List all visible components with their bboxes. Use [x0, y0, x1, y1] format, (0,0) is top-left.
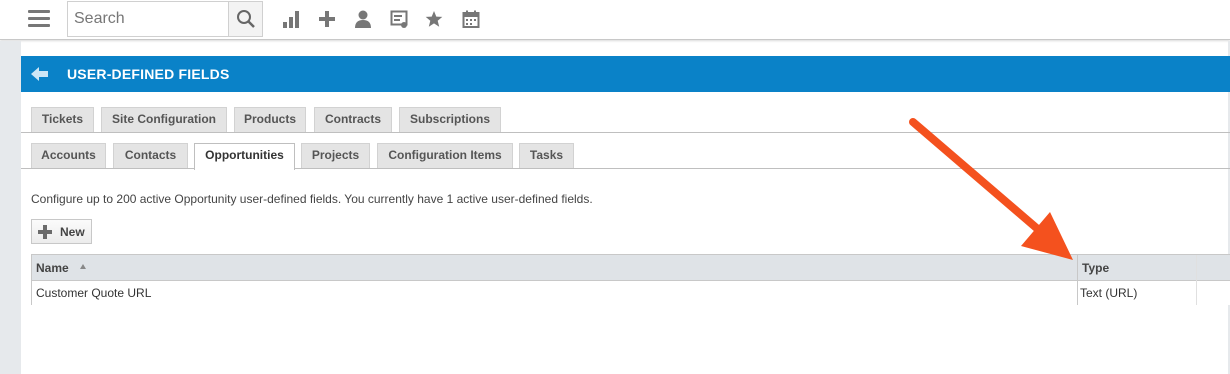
cell-name: Customer Quote URL — [36, 286, 152, 300]
tab-tickets[interactable]: Tickets — [31, 107, 94, 132]
new-button[interactable]: New — [31, 219, 92, 244]
user-icon[interactable] — [353, 9, 373, 29]
column-divider — [1077, 255, 1078, 305]
cell-type: Text (URL) — [1080, 286, 1138, 300]
grid-header: Name Type — [32, 255, 1230, 281]
tab-configuration-items[interactable]: Configuration Items — [377, 143, 513, 168]
left-gutter — [0, 41, 21, 374]
tab-products[interactable]: Products — [234, 107, 306, 132]
star-icon[interactable] — [424, 9, 444, 29]
calendar-icon[interactable] — [461, 9, 481, 29]
add-icon[interactable] — [317, 9, 337, 29]
tab-tasks[interactable]: Tasks — [519, 143, 574, 168]
top-toolbar — [0, 0, 1230, 40]
page-header: USER-DEFINED FIELDS — [21, 56, 1230, 92]
column-divider — [1196, 255, 1197, 305]
tab-site-configuration[interactable]: Site Configuration — [101, 107, 227, 132]
search-icon — [236, 10, 255, 28]
tab-subscriptions[interactable]: Subscriptions — [399, 107, 501, 132]
description-text: Configure up to 200 active Opportunity u… — [31, 192, 593, 206]
search-box — [67, 1, 263, 37]
reports-icon[interactable] — [281, 9, 301, 29]
column-header-name[interactable]: Name — [36, 261, 69, 275]
back-arrow-icon[interactable] — [31, 66, 49, 82]
table-row[interactable]: Customer Quote URL Text (URL) — [32, 281, 1230, 305]
ticket-icon[interactable] — [389, 9, 409, 29]
hamburger-menu-icon[interactable] — [28, 10, 50, 28]
tab-contacts[interactable]: Contacts — [113, 143, 188, 168]
udf-grid: Name Type Customer Quote URL Text (URL) — [31, 254, 1230, 305]
page-title: USER-DEFINED FIELDS — [67, 66, 230, 82]
tab-row-1: Tickets Site Configuration Products Cont… — [21, 107, 1230, 133]
tab-accounts[interactable]: Accounts — [31, 143, 106, 168]
sort-ascending-icon — [80, 264, 86, 269]
new-button-label: New — [60, 225, 85, 239]
tab-projects[interactable]: Projects — [301, 143, 370, 168]
tab-row-2: Accounts Contacts Opportunities Projects… — [21, 143, 1230, 170]
tab-opportunities[interactable]: Opportunities — [194, 143, 295, 170]
plus-icon — [38, 225, 52, 239]
column-header-type[interactable]: Type — [1082, 261, 1109, 275]
search-input[interactable] — [68, 2, 228, 36]
search-button[interactable] — [228, 2, 262, 36]
tab-contracts[interactable]: Contracts — [314, 107, 392, 132]
